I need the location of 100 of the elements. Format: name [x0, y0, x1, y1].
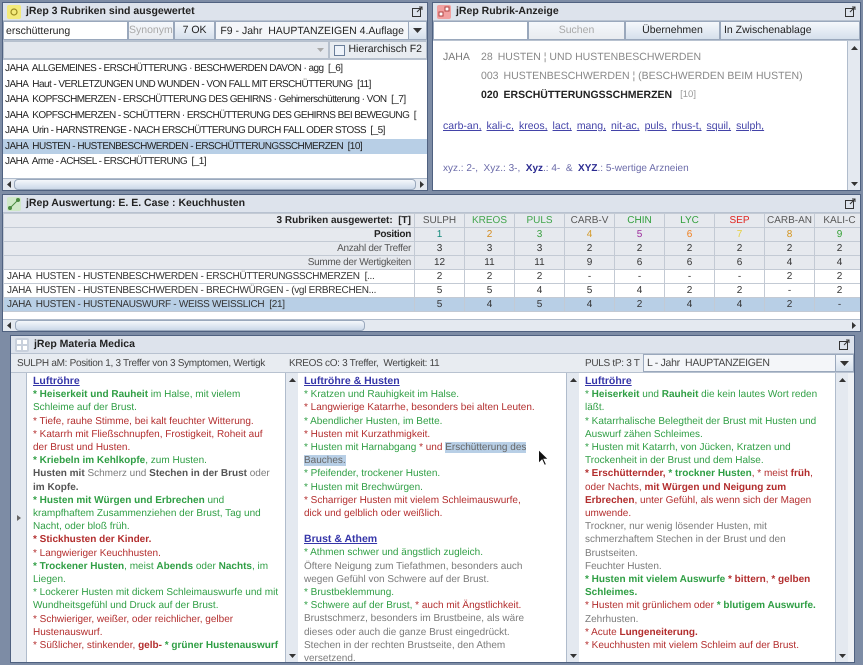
symptom-text: * Scharriger Husten mit vielem Schleimauswurfe, dick und gelblich oder weißlich.: [304, 494, 522, 520]
symptom-text: Brustschmerz, besonders im Brustbeine, als wäre dieses oder auch die ganze Brust eingedrückt.: [304, 612, 526, 639]
scrollbar[interactable]: [847, 41, 860, 190]
dropdown-button[interactable]: [408, 22, 426, 39]
maximize-icon[interactable]: [845, 6, 856, 17]
section-heading-link[interactable]: Luftröhre: [585, 375, 829, 388]
repertory-dropdown[interactable]: F9 - Jahr HAUPTANZEIGEN 4.Auflage: [215, 21, 427, 40]
symptom-text: * Erschütternder, * trockner Husten, * meist früh, oder Nachts, mit Würgen und Neigung zum Erbrechen, unter Gefühl, als wenn sich der Magen umwende.: [585, 467, 814, 520]
symptom-text: * Husten mit grünlichem oder * blutigem Auswurfe.: [585, 599, 817, 613]
scroll-down-arrow-icon[interactable]: [570, 654, 576, 658]
table-cell: 5: [414, 298, 464, 312]
source-label: JAHA: [443, 50, 471, 65]
section-heading-link[interactable]: Luftröhre & Husten: [304, 375, 536, 388]
remedy-link[interactable]: puls,: [644, 119, 667, 135]
search-field[interactable]: erschütterung: [3, 21, 128, 40]
scroll-up-arrow-icon[interactable]: [570, 378, 576, 382]
symptom-text: * Husten mit Katarrh, von Jücken, Kratzen und Trockenheit in der Brust und dem Halse.: [585, 441, 792, 468]
scroll-left-arrow-icon[interactable]: [6, 181, 10, 188]
rubric-number: 020: [481, 88, 499, 103]
button[interactable]: Übernehmen: [625, 21, 720, 40]
remedy-link[interactable]: squil,: [706, 119, 732, 135]
rubric-number: 28: [481, 50, 493, 65]
list-item[interactable]: JAHA Urin - HARNSTRENGE - NACH ERSCHÜTTERUNG DURCH FALL ODER STOSS [_5]: [3, 123, 427, 138]
scroll-right-arrow-icon[interactable]: [420, 181, 424, 188]
table-cell: 5: [514, 298, 564, 312]
scroll-down-arrow-icon[interactable]: [850, 182, 858, 186]
symptom-text: * Trockener Husten, meist Abends oder Nachts, im Liegen.: [33, 560, 270, 586]
symptom-text: * Lockerer Husten mit dickem Schleimauswurfe und mit Wundheitsgefühl und Druck auf der Brust.: [33, 586, 279, 613]
symptom-text: * Langwierige Katarrhe, besonders bei alten Leuten.: [304, 401, 536, 415]
table-header: 3 Rubriken ausgewertet: [T]: [4, 214, 414, 228]
remedy-link[interactable]: mang,: [576, 119, 606, 135]
symptom-text: * Katarrhalische Belegtheit der Brust mit Husten und Auswurf zähen Schleimes.: [585, 414, 818, 442]
symptom-text: * Husten mit Harnabgang * und Erschütterung des Bauches.: [304, 441, 528, 468]
remedy-link[interactable]: lact,: [552, 119, 572, 135]
scroll-down-arrow-icon[interactable]: [288, 654, 296, 658]
maximize-icon[interactable]: [839, 339, 850, 350]
maximize-icon[interactable]: [845, 198, 856, 209]
list-item[interactable]: JAHA ALLGEMEINES - ERSCHÜTTERUNG · BESCHWERDEN DAVON · agg [_6]: [3, 61, 427, 76]
table-cell: 4: [664, 298, 714, 312]
button[interactable]: In Zwischenablage: [720, 21, 860, 40]
list-item[interactable]: JAHA Arme - ACHSEL - ERSCHÜTTERUNG [_1]: [3, 154, 427, 170]
symptom-text: * Süßlicher, stinkender, gelb- * grüner Hustenauswurf: [33, 639, 279, 652]
rubric-text: HUSTEN ¦ UND HUSTENBESCHWERDEN: [498, 50, 702, 65]
expand-arrow-icon[interactable]: [16, 514, 20, 520]
symptom-text: * Acute Lungeneiterung.: [585, 626, 699, 640]
symptom-text: * Katarrh mit Fließschnupfen, Frostigkeit, Roheit auf der Brust und Husten.: [33, 428, 264, 454]
table-cell: 4: [564, 298, 614, 312]
symptom-text: * Abendlicher Husten, im Bette.: [304, 414, 444, 428]
remedy-link[interactable]: carb-an,: [443, 119, 482, 135]
scroll-up-arrow-icon[interactable]: [838, 378, 846, 382]
scrollbar[interactable]: [835, 373, 848, 662]
remedy-link[interactable]: kreos,: [518, 119, 548, 135]
maximize-icon[interactable]: [412, 6, 423, 17]
column-header: PULS tP: 3 T: [585, 356, 641, 370]
caret-icon: [413, 28, 422, 33]
dropdown-button[interactable]: [835, 355, 853, 371]
symptom-text: * Athmen schwer und ängstlich zugleich.: [304, 546, 484, 560]
remedy-link[interactable]: rhus-t,: [672, 119, 702, 135]
remedy-link[interactable]: nit-ac,: [611, 119, 640, 135]
scroll-left-arrow-icon[interactable]: [7, 322, 11, 329]
symptom-text: * Husten mit Würgen und Erbrechen und krampfhaftem Zusammenziehen der Brust, Tag und Nacht, oder bloß früh.: [33, 494, 262, 534]
scrollbar[interactable]: [3, 319, 860, 331]
section-heading-link[interactable]: Brust & Athem: [304, 533, 536, 546]
symptom-text: * Husten mit vielem Auswurfe * bittern, * gelben Schleimes.: [585, 573, 812, 600]
scroll-down-arrow-icon[interactable]: [838, 654, 846, 658]
symptom-text: * Heiserkeit und Rauheit die kein lautes Wort reden läßt.: [585, 388, 818, 415]
panel-title: jRep Auswertung: E. E. Case : Keuchhusten: [26, 196, 245, 211]
repertory-dropdown[interactable]: L - Jahr HAUPTANZEIGEN: [643, 354, 854, 372]
list-item[interactable]: JAHA Haut - VERLETZUNGEN UND WUNDEN - VON FALL MIT ERSCHÜTTERUNG [11]: [3, 76, 427, 92]
remedy-link[interactable]: sulph,: [736, 119, 764, 135]
search-field[interactable]: [433, 21, 528, 40]
rubric-text: HUSTENBESCHWERDEN ¦ (BESCHWERDEN BEIM HUSTEN): [504, 68, 803, 84]
scroll-right-arrow-icon[interactable]: [852, 322, 856, 329]
scroll-up-arrow-icon[interactable]: [288, 378, 296, 382]
panel-title: jRep Materia Medica: [34, 336, 135, 352]
squares-icon: [437, 4, 451, 18]
symptom-text: Husten mit Schmerz und Stechen in der Brust oder im Kopfe.: [33, 467, 271, 494]
symptom-text: * Husten mit Kurzathmigkeit.: [304, 428, 432, 442]
table-cell: 4: [714, 298, 764, 312]
rubric-text: ERSCHÜTTERUNGSSCHMERZEN: [504, 88, 672, 103]
scrollbar[interactable]: [285, 373, 298, 662]
symptom-text: Stechen in der rechten Brustseite, den Athem versetzend.: [304, 638, 506, 662]
symptom-text: * Heiserkeit und Rauheit im Halse, mit vielem Schleime auf der Brust.: [33, 388, 242, 415]
rubric-count: [10]: [680, 88, 696, 102]
scrollbar[interactable]: [566, 373, 579, 662]
list-item[interactable]: JAHA HUSTEN - HUSTENBESCHWERDEN - ERSCHÜTTERUNGSSCHMERZEN [10]: [3, 138, 427, 154]
remedy-link[interactable]: kali-c,: [486, 119, 514, 135]
checkbox[interactable]: [334, 44, 346, 56]
rubric-row-label[interactable]: JAHA HUSTEN - HUSTENAUSWURF - WEISS WEISSLICH [21]: [4, 298, 414, 312]
section-heading-link[interactable]: Luftröhre: [33, 375, 279, 388]
scroll-up-arrow-icon[interactable]: [850, 46, 858, 50]
symptom-text: Trockner, nur wenig lösender Husten, mit schmerzhaftem Stechen in der Brust und den Brustseiten.: [585, 520, 787, 560]
symptom-text: * Schwere auf der Brust, * auch mit Ängstlichkeit.: [304, 599, 522, 612]
symptom-text: * Stickhusten der Kinder.: [33, 533, 152, 547]
button[interactable]: 7 OK: [174, 21, 216, 40]
symptom-text: * Tiefe, rauhe Stimme, bei kalt feuchter Witterung.: [33, 414, 255, 428]
list-item[interactable]: JAHA KOPFSCHMERZEN - SCHÜTTERN · ERSCHÜTTERUNG DES GEHIRNS BEI BEWEGUNG [: [3, 108, 427, 123]
table-cell: 2: [764, 298, 814, 312]
list-item[interactable]: JAHA KOPFSCHMERZEN - ERSCHÜTTERUNG DES GEHIRNS · Gehirnerschütterung · VON [_7]: [3, 92, 427, 108]
scrollbar[interactable]: [3, 178, 427, 190]
